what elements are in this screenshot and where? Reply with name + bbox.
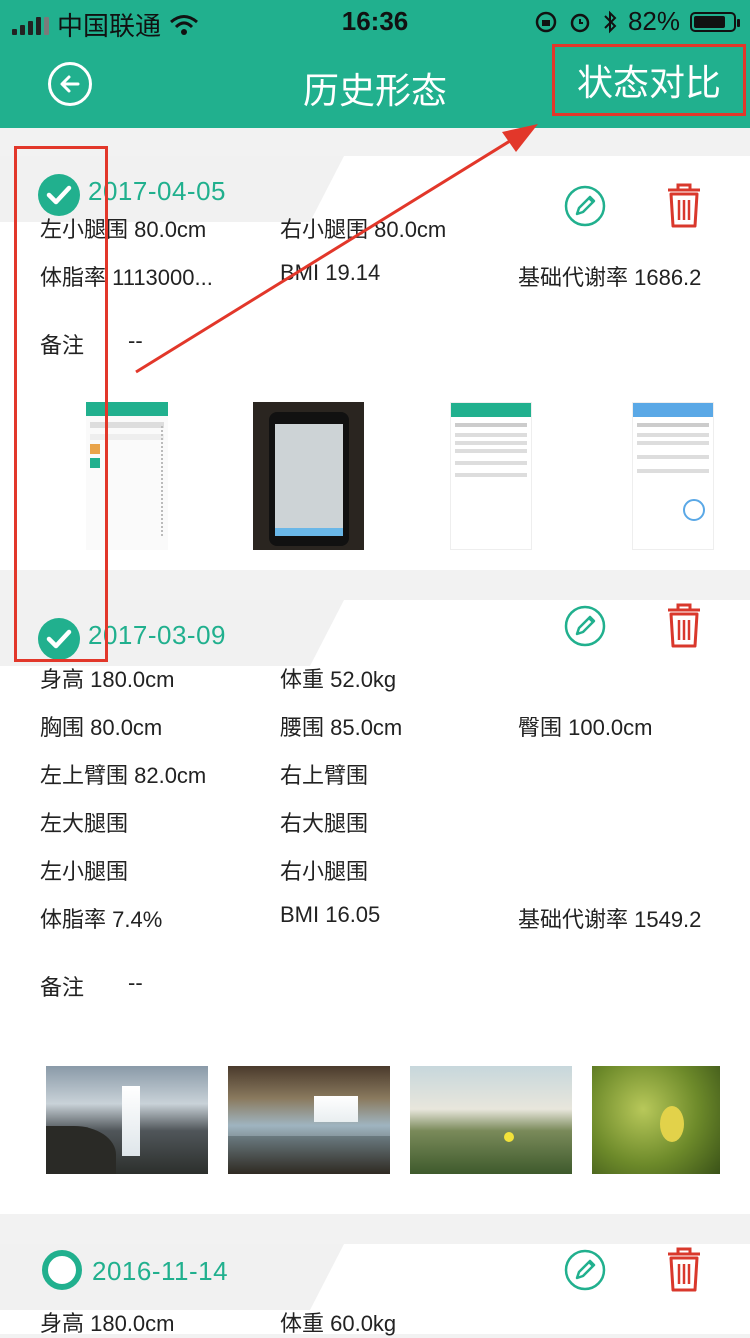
photo-thumbnail[interactable] [450,402,532,550]
field-height: 身高 180.0cm [40,1311,175,1336]
field-height: 身高 180.0cm [40,667,175,692]
field-left-calf: 左小腿围 [40,859,129,884]
field-right-upper-arm: 右上臂围 [280,763,369,788]
note-value: -- [128,970,143,995]
field-waist: 腰围 85.0cm [280,715,403,740]
photo-thumbnail[interactable] [228,1066,390,1174]
field-chest: 胸围 80.0cm [40,715,163,740]
field-left-upper-arm: 左上臂围 82.0cm [40,763,207,788]
field-right-calf: 右小腿围 [280,859,369,884]
record-date: 2017-03-09 [88,620,226,650]
photo-thumbnail[interactable] [253,402,364,550]
field-left-thigh: 左大腿围 [40,811,129,836]
field-hip: 臀围 100.0cm [518,715,653,740]
record-card: 2017-03-09 身高 180.0cm 体重 52.0kg 胸围 80.0c… [0,600,750,1214]
field-body-fat: 体脂率 7.4% [40,907,163,932]
field-bmi: BMI 16.05 [280,902,381,927]
photo-thumbnail[interactable] [592,1066,720,1174]
field-right-thigh: 右大腿围 [280,811,369,836]
select-checkbox[interactable] [42,1250,82,1290]
record-date: 2016-11-14 [92,1256,229,1286]
photo-thumbnail[interactable] [632,402,714,550]
photo-thumbnail[interactable] [410,1066,572,1174]
record-card: 2016-11-14 身高 180.0cm 体重 60.0kg [0,1244,750,1336]
field-bmr: 基础代谢率 1549.2 [518,907,702,932]
annotation-arrow [135,124,538,374]
photo-thumbnail[interactable] [46,1066,208,1174]
edit-icon[interactable] [563,604,607,648]
field-weight: 体重 52.0kg [280,667,397,692]
note-label: 备注 [40,975,85,1000]
delete-icon[interactable] [664,1246,704,1294]
edit-icon[interactable] [563,1248,607,1292]
delete-icon[interactable] [664,602,704,650]
field-weight: 体重 60.0kg [280,1311,397,1336]
